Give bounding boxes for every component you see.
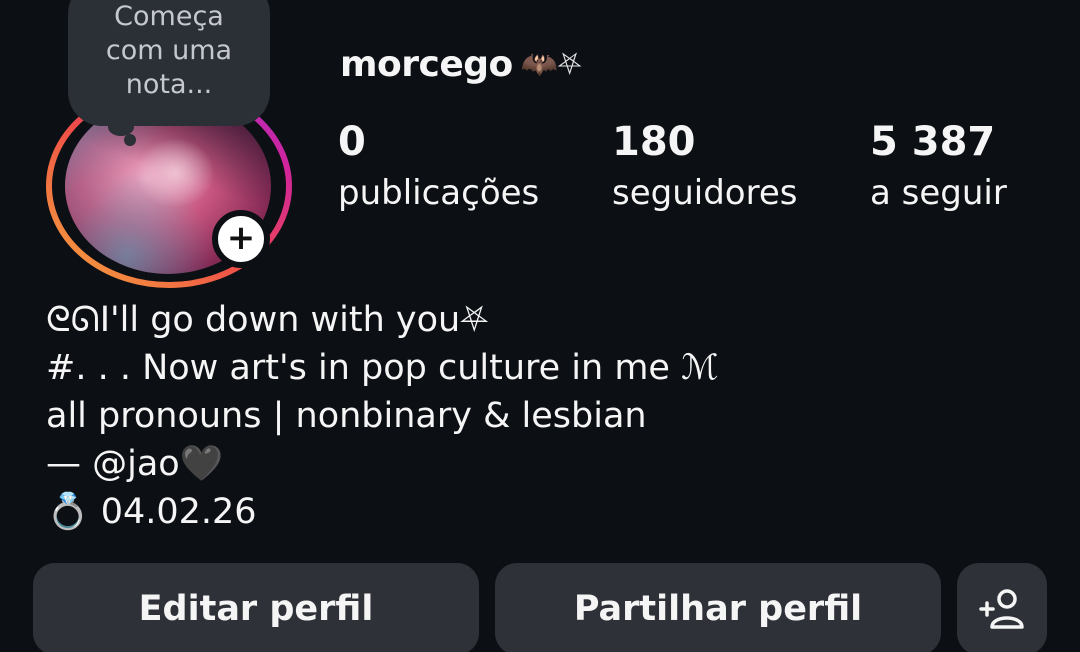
note-text: Começa com uma nota... <box>105 1 233 100</box>
followers-count: 180 <box>612 119 696 165</box>
bio-line: #. . . Now art's in pop culture in me ℳ <box>46 348 719 388</box>
stat-followers[interactable]: 180 seguidores <box>612 118 797 220</box>
bio-line: all pronouns | nonbinary & lesbian <box>46 396 647 436</box>
bio-threads-link[interactable]: — @jao🖤 <box>46 440 719 488</box>
add-person-icon <box>979 589 1024 629</box>
profile-header: + Começa com uma nota... morcego 🦇⛧ 0 pu… <box>0 0 1080 652</box>
posts-label: publicações <box>338 173 540 213</box>
posts-count: 0 <box>338 119 366 165</box>
profile-username: morcego 🦇⛧ <box>340 44 582 85</box>
username-text: morcego <box>340 44 513 85</box>
add-story-button[interactable]: + <box>212 210 270 268</box>
stat-following[interactable]: 5 387 a seguir <box>870 118 1007 220</box>
note-tail-dot-small <box>124 134 136 146</box>
share-profile-label: Partilhar perfil <box>573 589 863 629</box>
note-bubble[interactable]: Começa com uma nota... <box>68 0 270 126</box>
share-profile-button[interactable]: Partilhar perfil <box>495 563 941 652</box>
edit-profile-button[interactable]: Editar perfil <box>33 563 479 652</box>
edit-profile-label: Editar perfil <box>138 589 374 629</box>
stat-posts[interactable]: 0 publicações <box>338 118 539 220</box>
followers-label: seguidores <box>612 173 798 213</box>
following-label: a seguir <box>870 173 1007 213</box>
username-decoration: 🦇⛧ <box>520 47 582 82</box>
plus-icon: + <box>226 217 256 258</box>
discover-people-button[interactable] <box>957 563 1047 652</box>
bio-line: 💍 04.02.26 <box>46 492 257 532</box>
bio-line: ᘓᘏI'll go down with you⛧ <box>46 300 489 340</box>
following-count: 5 387 <box>870 119 996 165</box>
profile-bio: ᘓᘏI'll go down with you⛧ #. . . Now art'… <box>46 296 719 536</box>
